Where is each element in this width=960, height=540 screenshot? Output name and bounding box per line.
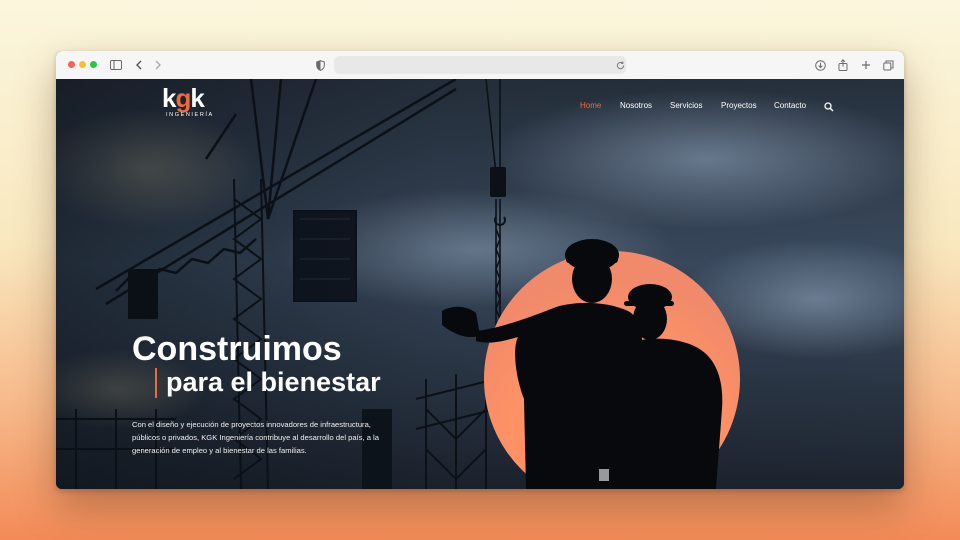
headline-accent-bar xyxy=(155,368,157,398)
close-window-button[interactable] xyxy=(68,61,75,68)
download-icon[interactable] xyxy=(812,57,828,73)
hero-headline-line2: para el bienestar xyxy=(166,367,381,397)
zoom-window-button[interactable] xyxy=(90,61,97,68)
hero-description: Con el diseño y ejecución de proyectos i… xyxy=(132,420,379,455)
browser-window: kgk INGENIERÍA Home Nosotros Servicios P… xyxy=(56,51,904,489)
hero-headline-line1: Construimos xyxy=(132,330,342,368)
nav-item-proyectos[interactable]: Proyectos xyxy=(721,101,757,113)
logo-letter-k: k xyxy=(162,83,177,113)
shield-icon[interactable] xyxy=(312,57,328,73)
address-bar[interactable] xyxy=(334,56,626,74)
nav-item-servicios[interactable]: Servicios xyxy=(670,101,702,113)
logo-letter-g: g xyxy=(175,83,191,113)
search-icon[interactable] xyxy=(824,99,836,112)
reload-icon[interactable] xyxy=(612,57,628,73)
share-icon[interactable] xyxy=(835,57,851,73)
logo-subtitle: INGENIERÍA xyxy=(166,112,214,118)
browser-toolbar xyxy=(56,51,904,80)
logo-letter-k-2: k xyxy=(190,83,205,113)
sidebar-icon[interactable] xyxy=(108,57,124,73)
nav-item-contacto[interactable]: Contacto xyxy=(774,101,806,113)
minimize-window-button[interactable] xyxy=(79,61,86,68)
site-logo[interactable]: kgk INGENIERÍA xyxy=(162,83,222,123)
logo-wordmark: kgk xyxy=(162,83,205,114)
tabs-overview-icon[interactable] xyxy=(880,57,896,73)
forward-icon[interactable] xyxy=(150,57,166,73)
new-tab-icon[interactable] xyxy=(858,57,874,73)
back-icon[interactable] xyxy=(131,57,147,73)
nav-item-nosotros[interactable]: Nosotros xyxy=(620,101,652,113)
hero-section: kgk INGENIERÍA Home Nosotros Servicios P… xyxy=(56,79,904,489)
nav-item-home[interactable]: Home xyxy=(580,101,601,113)
